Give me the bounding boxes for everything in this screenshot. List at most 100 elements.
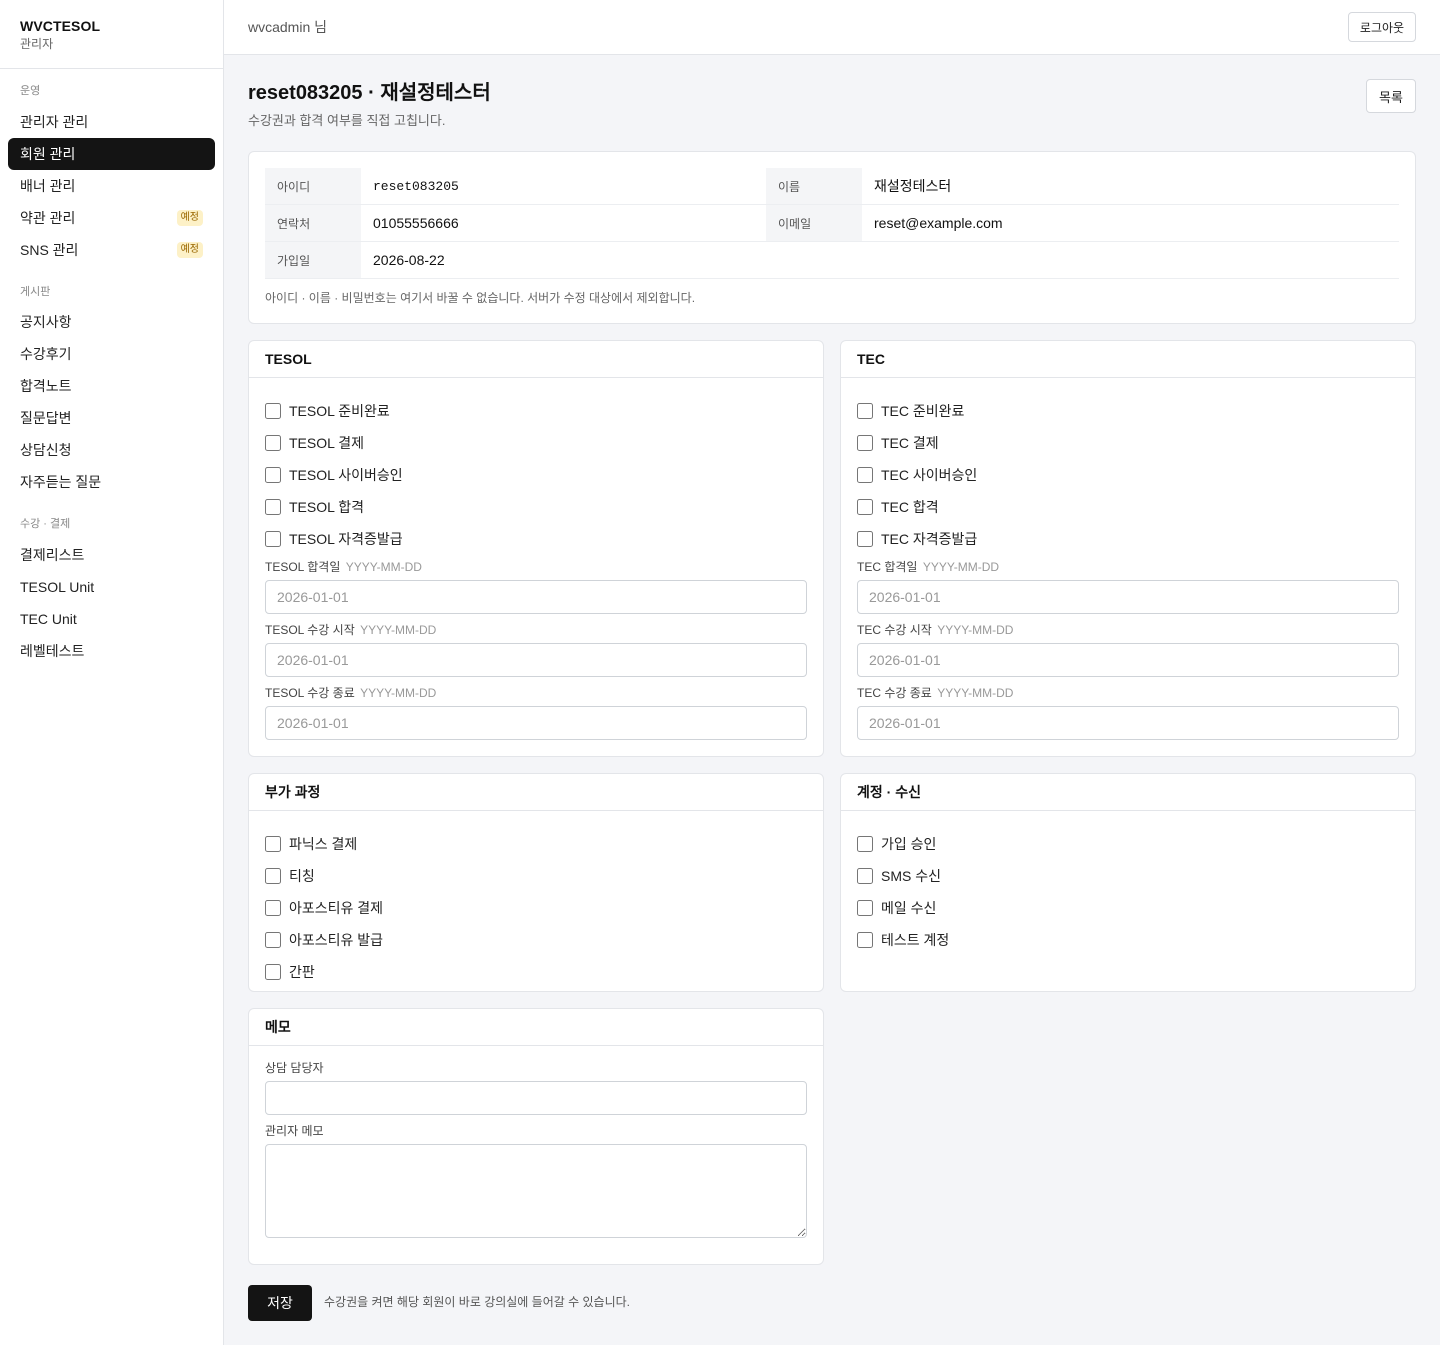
checkbox-label: TESOL 결제 xyxy=(289,435,365,451)
sidebar-item-consultation[interactable]: 상담신청 xyxy=(8,434,215,466)
tesol-certificate-checkbox[interactable]: TESOL 자격증발급 xyxy=(265,523,807,555)
checkbox-label: 아포스티유 결제 xyxy=(289,900,384,916)
sidebar-item-label: 회원 관리 xyxy=(20,146,76,162)
nav-section-board: 게시판 공지사항 수강후기 합격노트 질문답변 상담신청 자주듣는 질문 xyxy=(0,282,223,498)
info-note: 아이디 · 이름 · 비밀번호는 여기서 바꿀 수 없습니다. 서버가 수정 대… xyxy=(265,291,696,305)
checkbox-label: 아포스티유 발급 xyxy=(289,932,384,948)
sidebar-item-member-management[interactable]: 회원 관리 xyxy=(8,138,215,170)
sidebar-item-payment-list[interactable]: 결제리스트 xyxy=(8,539,215,571)
sidebar-item-reviews[interactable]: 수강후기 xyxy=(8,338,215,370)
status-badge: 예정 xyxy=(176,242,203,258)
checkbox[interactable] xyxy=(857,868,873,884)
tesol-paid-checkbox[interactable]: TESOL 결제 xyxy=(265,427,807,459)
email-label: 이메일 xyxy=(766,205,862,241)
info-row: 아이디 reset083205 이름 재설정테스터 xyxy=(265,168,1399,205)
nav-section-courses-payments: 수강 · 결제 결제리스트 TESOL Unit TEC Unit 레벨테스트 xyxy=(0,514,223,667)
save-note: 수강권을 켜면 해당 회원이 바로 강의실에 들어갈 수 있습니다. xyxy=(324,1295,631,1309)
checkbox[interactable] xyxy=(857,531,873,547)
tesol-course-end-input[interactable] xyxy=(265,706,807,740)
tec-cyber-approval-checkbox[interactable]: TEC 사이버승인 xyxy=(857,459,1399,491)
sidebar-item-pass-notes[interactable]: 합격노트 xyxy=(8,370,215,402)
extra-courses-card-body: 파닉스 결제 티칭 아포스티유 결제 아포스티유 발급 간판 xyxy=(249,811,823,1004)
checkbox[interactable] xyxy=(265,868,281,884)
apostille-issued-checkbox[interactable]: 아포스티유 발급 xyxy=(265,924,807,956)
signboard-checkbox[interactable]: 간판 xyxy=(265,956,807,988)
sidebar-item-tec-unit[interactable]: TEC Unit xyxy=(8,603,215,635)
sidebar-item-notices[interactable]: 공지사항 xyxy=(8,306,215,338)
save-button[interactable]: 저장 xyxy=(248,1285,312,1321)
counselor-input[interactable] xyxy=(265,1081,807,1115)
checkbox[interactable] xyxy=(265,964,281,980)
checkbox[interactable] xyxy=(265,403,281,419)
info-row: 가입일 2026-08-22 xyxy=(265,242,1399,279)
checkbox-label: TESOL 합격 xyxy=(289,499,365,515)
page-title: reset083205 · 재설정테스터 xyxy=(248,82,491,104)
checkbox[interactable] xyxy=(265,836,281,852)
logout-button[interactable]: 로그아웃 xyxy=(1348,12,1416,42)
checkbox[interactable] xyxy=(265,932,281,948)
sidebar-item-qna[interactable]: 질문답변 xyxy=(8,402,215,434)
checkbox[interactable] xyxy=(857,900,873,916)
tec-ready-checkbox[interactable]: TEC 준비완료 xyxy=(857,395,1399,427)
brand-subtitle: 관리자 xyxy=(20,37,54,51)
tec-paid-checkbox[interactable]: TEC 결제 xyxy=(857,427,1399,459)
joined-label: 가입일 xyxy=(265,242,361,278)
sidebar-item-faq[interactable]: 자주듣는 질문 xyxy=(8,466,215,498)
tec-passed-checkbox[interactable]: TEC 합격 xyxy=(857,491,1399,523)
sidebar-item-label: 배너 관리 xyxy=(20,178,76,194)
card-title: 계정 · 수신 xyxy=(841,774,1415,811)
sidebar-item-label: 레벨테스트 xyxy=(20,643,85,659)
phone-value: 01055556666 xyxy=(373,215,459,231)
checkbox[interactable] xyxy=(265,499,281,515)
email-opt-in-checkbox[interactable]: 메일 수신 xyxy=(857,892,1399,924)
tesol-course-start-input[interactable] xyxy=(265,643,807,677)
checkbox[interactable] xyxy=(265,900,281,916)
test-account-checkbox[interactable]: 테스트 계정 xyxy=(857,924,1399,956)
tesol-cyber-approval-checkbox[interactable]: TESOL 사이버승인 xyxy=(265,459,807,491)
signup-approval-checkbox[interactable]: 가입 승인 xyxy=(857,828,1399,860)
field-hint: YYYY-MM-DD xyxy=(937,623,1014,637)
tec-certificate-checkbox[interactable]: TEC 자격증발급 xyxy=(857,523,1399,555)
sidebar-item-terms-management[interactable]: 약관 관리 예정 xyxy=(8,202,215,234)
sidebar-item-label: 결제리스트 xyxy=(20,547,85,563)
tec-course-end-input[interactable] xyxy=(857,706,1399,740)
tec-pass-date-input[interactable] xyxy=(857,580,1399,614)
checkbox-label: TEC 합격 xyxy=(881,499,939,515)
checkbox[interactable] xyxy=(265,467,281,483)
info-row: 연락처 01055556666 이메일 reset@example.com xyxy=(265,205,1399,242)
card-title: 메모 xyxy=(249,1009,823,1046)
checkbox[interactable] xyxy=(265,531,281,547)
checkbox[interactable] xyxy=(857,403,873,419)
admin-memo-textarea[interactable] xyxy=(265,1144,807,1238)
extra-courses-card: 부가 과정 파닉스 결제 티칭 아포스티유 결제 아포스티유 발급 간판 xyxy=(248,773,824,992)
page-subtitle: 수강권과 합격 여부를 직접 고칩니다. xyxy=(248,113,446,128)
sidebar-item-level-test[interactable]: 레벨테스트 xyxy=(8,635,215,667)
phonics-paid-checkbox[interactable]: 파닉스 결제 xyxy=(265,828,807,860)
checkbox[interactable] xyxy=(857,435,873,451)
teaching-checkbox[interactable]: 티칭 xyxy=(265,860,807,892)
current-user: wvcadmin 님 xyxy=(248,19,328,35)
field-label-text: TEC 수강 종료 xyxy=(857,686,932,700)
apostille-paid-checkbox[interactable]: 아포스티유 결제 xyxy=(265,892,807,924)
sms-opt-in-checkbox[interactable]: SMS 수신 xyxy=(857,860,1399,892)
sidebar-item-sns-management[interactable]: SNS 관리 예정 xyxy=(8,234,215,266)
checkbox-label: TESOL 준비완료 xyxy=(289,403,390,419)
sidebar-item-tesol-unit[interactable]: TESOL Unit xyxy=(8,571,215,603)
checkbox[interactable] xyxy=(857,467,873,483)
checkbox-label: TESOL 사이버승인 xyxy=(289,467,403,483)
back-to-list-button[interactable]: 목록 xyxy=(1366,79,1416,113)
id-label: 아이디 xyxy=(265,168,361,204)
tesol-card: TESOL TESOL 준비완료 TESOL 결제 TESOL 사이버승인 TE… xyxy=(248,340,824,757)
tec-course-start-input[interactable] xyxy=(857,643,1399,677)
sidebar-item-banner-management[interactable]: 배너 관리 xyxy=(8,170,215,202)
field-label-text: TEC 합격일 xyxy=(857,560,918,574)
checkbox[interactable] xyxy=(857,932,873,948)
tesol-ready-checkbox[interactable]: TESOL 준비완료 xyxy=(265,395,807,427)
tesol-pass-date-label: TESOL 합격일 YYYY-MM-DD xyxy=(265,559,807,575)
checkbox[interactable] xyxy=(265,435,281,451)
tesol-passed-checkbox[interactable]: TESOL 합격 xyxy=(265,491,807,523)
sidebar-item-admin-management[interactable]: 관리자 관리 xyxy=(8,106,215,138)
checkbox[interactable] xyxy=(857,499,873,515)
checkbox[interactable] xyxy=(857,836,873,852)
tesol-pass-date-input[interactable] xyxy=(265,580,807,614)
